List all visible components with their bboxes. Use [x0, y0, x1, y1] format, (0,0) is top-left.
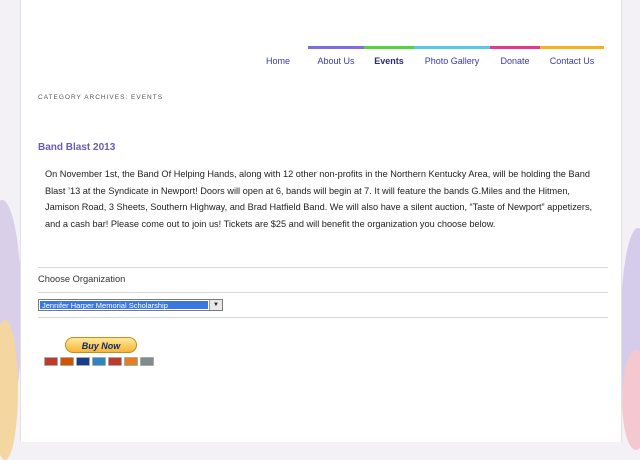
nav-label: About Us — [317, 56, 355, 66]
nav-color-bar — [364, 46, 414, 49]
nav-label: Home — [266, 56, 291, 66]
payment-icons — [44, 357, 154, 366]
buy-now-button[interactable]: Buy Now — [65, 337, 137, 353]
nav-label: Donate — [500, 56, 530, 66]
mastercard-icon — [44, 357, 58, 366]
nav-events[interactable]: Events — [364, 46, 414, 68]
nav-label: Photo Gallery — [424, 56, 480, 66]
nav-color-bar — [266, 46, 286, 49]
choose-organization-label: Choose Organization — [38, 274, 126, 284]
nav-label: Contact Us — [549, 56, 595, 66]
nav-color-bar — [414, 46, 490, 49]
mastercard-icon — [108, 357, 122, 366]
post-title[interactable]: Band Blast 2013 — [38, 142, 115, 153]
chevron-down-icon[interactable]: ▼ — [209, 300, 222, 310]
nav-color-bar — [308, 46, 364, 49]
category-heading: CATEGORY ARCHIVES: EVENTS — [38, 94, 164, 101]
maestro-icon — [60, 357, 74, 366]
nav-donate[interactable]: Donate — [490, 46, 540, 68]
nav-home[interactable]: Home — [266, 46, 290, 68]
selected-option: Jennifer Harper Memorial Scholarship — [40, 301, 208, 309]
divider — [38, 292, 608, 293]
nav-photo-gallery[interactable]: Photo Gallery — [414, 46, 490, 68]
divider — [38, 317, 608, 318]
nav-contact-us[interactable]: Contact Us — [540, 46, 604, 68]
main-navigation: Home About Us Events Photo Gallery Donat… — [266, 46, 604, 68]
nav-about-us[interactable]: About Us — [308, 46, 364, 68]
bank-icon — [140, 357, 154, 366]
nav-label: Events — [374, 56, 404, 66]
visa-icon — [76, 357, 90, 366]
page-content: Home About Us Events Photo Gallery Donat… — [20, 0, 622, 442]
nav-color-bar — [490, 46, 540, 49]
organization-select[interactable]: Jennifer Harper Memorial Scholarship ▼ — [38, 299, 223, 311]
nav-color-bar — [540, 46, 604, 49]
divider — [38, 267, 608, 268]
discover-icon — [124, 357, 138, 366]
amex-icon — [92, 357, 106, 366]
post-body: On November 1st, the Band Of Helping Han… — [45, 169, 593, 229]
